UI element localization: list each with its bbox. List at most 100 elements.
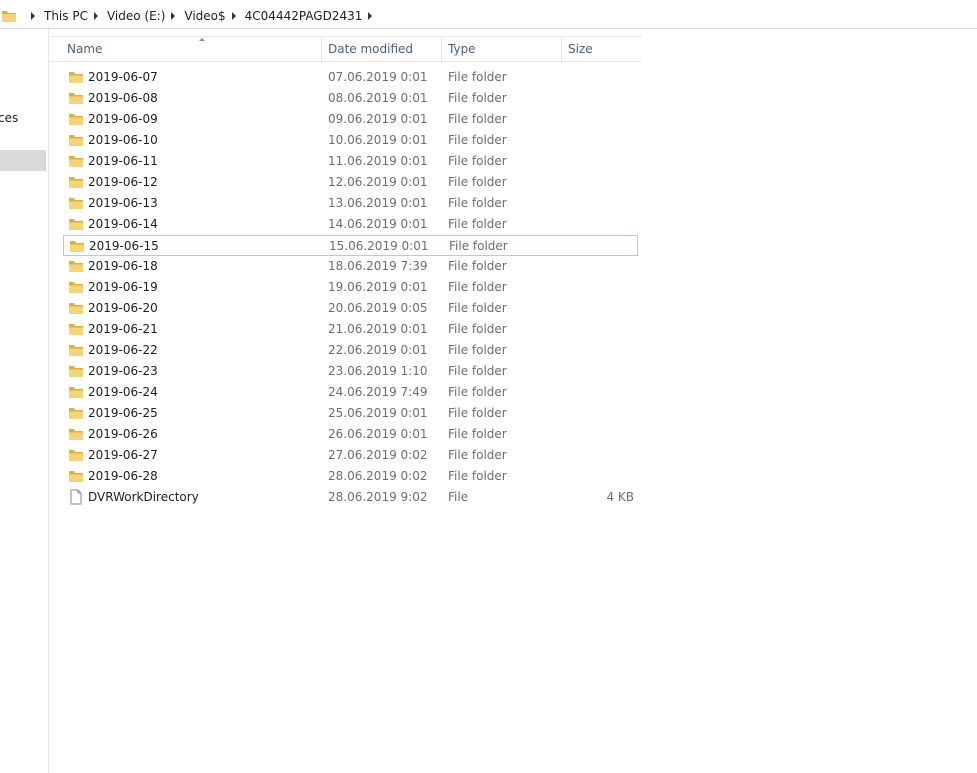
file-date-modified: 27.06.2019 0:02 <box>328 448 428 462</box>
file-date-modified: 15.06.2019 0:01 <box>329 239 429 253</box>
breadcrumb: This PC Video (E:) Video$ 4C04442PAGD243… <box>0 7 381 25</box>
folder-icon <box>70 241 84 252</box>
file-name: 2019-06-18 <box>88 259 158 273</box>
file-name: 2019-06-25 <box>88 406 158 420</box>
column-header-date-modified[interactable]: Date modified <box>322 37 442 61</box>
file-name: 2019-06-20 <box>88 301 158 315</box>
file-row[interactable]: 2019-06-26 26.06.2019 0:01 File folder <box>63 424 638 445</box>
file-row[interactable]: 2019-06-21 21.06.2019 0:01 File folder <box>63 319 638 340</box>
file-type: File folder <box>448 448 507 462</box>
file-date-modified: 11.06.2019 0:01 <box>328 154 428 168</box>
file-icon <box>70 489 82 505</box>
file-name: 2019-06-28 <box>88 469 158 483</box>
folder-icon <box>69 450 83 461</box>
file-name: 2019-06-14 <box>88 217 158 231</box>
file-row[interactable]: 2019-06-11 11.06.2019 0:01 File folder <box>63 151 638 172</box>
file-size: 4 KB <box>606 490 634 504</box>
file-name: 2019-06-11 <box>88 154 158 168</box>
file-row[interactable]: 2019-06-27 27.06.2019 0:02 File folder <box>63 445 638 466</box>
file-row[interactable]: 2019-06-25 25.06.2019 0:01 File folder <box>63 403 638 424</box>
folder-icon <box>69 345 83 356</box>
file-name: 2019-06-15 <box>89 239 159 253</box>
file-date-modified: 19.06.2019 0:01 <box>328 280 428 294</box>
file-type: File folder <box>448 343 507 357</box>
file-date-modified: 21.06.2019 0:01 <box>328 322 428 336</box>
file-type: File folder <box>448 301 507 315</box>
folder-icon <box>69 324 83 335</box>
file-date-modified: 22.06.2019 0:01 <box>328 343 428 357</box>
column-header-label: Date modified <box>328 42 414 56</box>
file-name: 2019-06-22 <box>88 343 158 357</box>
file-date-modified: 28.06.2019 0:02 <box>328 469 428 483</box>
column-header-type[interactable]: Type <box>442 37 562 61</box>
breadcrumb-item-video-drive[interactable]: Video (E:) <box>107 9 165 23</box>
file-row[interactable]: 2019-06-15 15.06.2019 0:01 File folder <box>63 235 638 256</box>
chevron-right-icon[interactable] <box>171 12 176 20</box>
file-row[interactable]: 2019-06-07 07.06.2019 0:01 File folder <box>63 67 638 88</box>
file-row[interactable]: 2019-06-23 23.06.2019 1:10 File folder <box>63 361 638 382</box>
file-type: File folder <box>448 70 507 84</box>
chevron-right-icon[interactable] <box>231 12 236 20</box>
file-type: File folder <box>448 133 507 147</box>
file-date-modified: 13.06.2019 0:01 <box>328 196 428 210</box>
file-row[interactable]: 2019-06-28 28.06.2019 0:02 File folder <box>63 466 638 487</box>
file-type: File folder <box>448 364 507 378</box>
file-type: File folder <box>448 385 507 399</box>
file-row[interactable]: 2019-06-24 24.06.2019 7:49 File folder <box>63 382 638 403</box>
file-name: 2019-06-10 <box>88 133 158 147</box>
file-row[interactable]: DVRWorkDirectory 28.06.2019 9:02 File 4 KB <box>63 487 638 508</box>
file-type: File folder <box>448 196 507 210</box>
file-row[interactable]: 2019-06-08 08.06.2019 0:01 File folder <box>63 88 638 109</box>
breadcrumb-item-video-share[interactable]: Video$ <box>184 9 225 23</box>
file-name: 2019-06-07 <box>88 70 158 84</box>
column-header-size[interactable]: Size <box>562 37 642 61</box>
file-type: File folder <box>448 280 507 294</box>
file-date-modified: 26.06.2019 0:01 <box>328 427 428 441</box>
sort-ascending-icon <box>199 38 205 41</box>
nav-item-selected[interactable] <box>0 150 46 171</box>
file-type: File folder <box>448 427 507 441</box>
folder-icon <box>69 72 83 83</box>
file-name: 2019-06-12 <box>88 175 158 189</box>
file-list: 2019-06-07 07.06.2019 0:01 File folder 2019… <box>63 67 638 508</box>
chevron-right-icon[interactable] <box>93 12 98 20</box>
file-row[interactable]: 2019-06-18 18.06.2019 7:39 File folder <box>63 256 638 277</box>
folder-icon[interactable] <box>1 8 17 24</box>
file-date-modified: 12.06.2019 0:01 <box>328 175 428 189</box>
file-row[interactable]: 2019-06-20 20.06.2019 0:05 File folder <box>63 298 638 319</box>
file-type: File folder <box>448 217 507 231</box>
folder-icon <box>69 471 83 482</box>
file-date-modified: 25.06.2019 0:01 <box>328 406 428 420</box>
nav-item-label[interactable]: ces <box>0 111 18 125</box>
folder-icon <box>69 177 83 188</box>
file-row[interactable]: 2019-06-19 19.06.2019 0:01 File folder <box>63 277 638 298</box>
breadcrumb-item-this-pc[interactable]: This PC <box>44 9 88 23</box>
chevron-right-icon[interactable] <box>31 12 35 20</box>
address-bar[interactable]: This PC Video (E:) Video$ 4C04442PAGD243… <box>0 0 977 29</box>
file-row[interactable]: 2019-06-09 09.06.2019 0:01 File folder <box>63 109 638 130</box>
folder-icon <box>69 261 83 272</box>
navigation-pane[interactable]: ces <box>0 29 49 773</box>
file-date-modified: 23.06.2019 1:10 <box>328 364 428 378</box>
file-row[interactable]: 2019-06-22 22.06.2019 0:01 File folder <box>63 340 638 361</box>
file-row[interactable]: 2019-06-10 10.06.2019 0:01 File folder <box>63 130 638 151</box>
folder-icon <box>69 219 83 230</box>
file-date-modified: 18.06.2019 7:39 <box>328 259 428 273</box>
breadcrumb-item-current-folder[interactable]: 4C04442PAGD2431 <box>245 9 363 23</box>
folder-icon <box>69 408 83 419</box>
file-name: DVRWorkDirectory <box>88 490 199 504</box>
file-name: 2019-06-19 <box>88 280 158 294</box>
file-row[interactable]: 2019-06-14 14.06.2019 0:01 File folder <box>63 214 638 235</box>
file-name: 2019-06-13 <box>88 196 158 210</box>
file-type: File folder <box>448 406 507 420</box>
column-header-name[interactable]: Name <box>61 37 322 61</box>
folder-icon <box>69 93 83 104</box>
file-type: File folder <box>448 175 507 189</box>
folder-icon <box>69 135 83 146</box>
file-type: File folder <box>448 154 507 168</box>
file-date-modified: 07.06.2019 0:01 <box>328 70 428 84</box>
folder-icon <box>69 387 83 398</box>
file-row[interactable]: 2019-06-12 12.06.2019 0:01 File folder <box>63 172 638 193</box>
file-row[interactable]: 2019-06-13 13.06.2019 0:01 File folder <box>63 193 638 214</box>
chevron-right-icon[interactable] <box>368 12 373 20</box>
